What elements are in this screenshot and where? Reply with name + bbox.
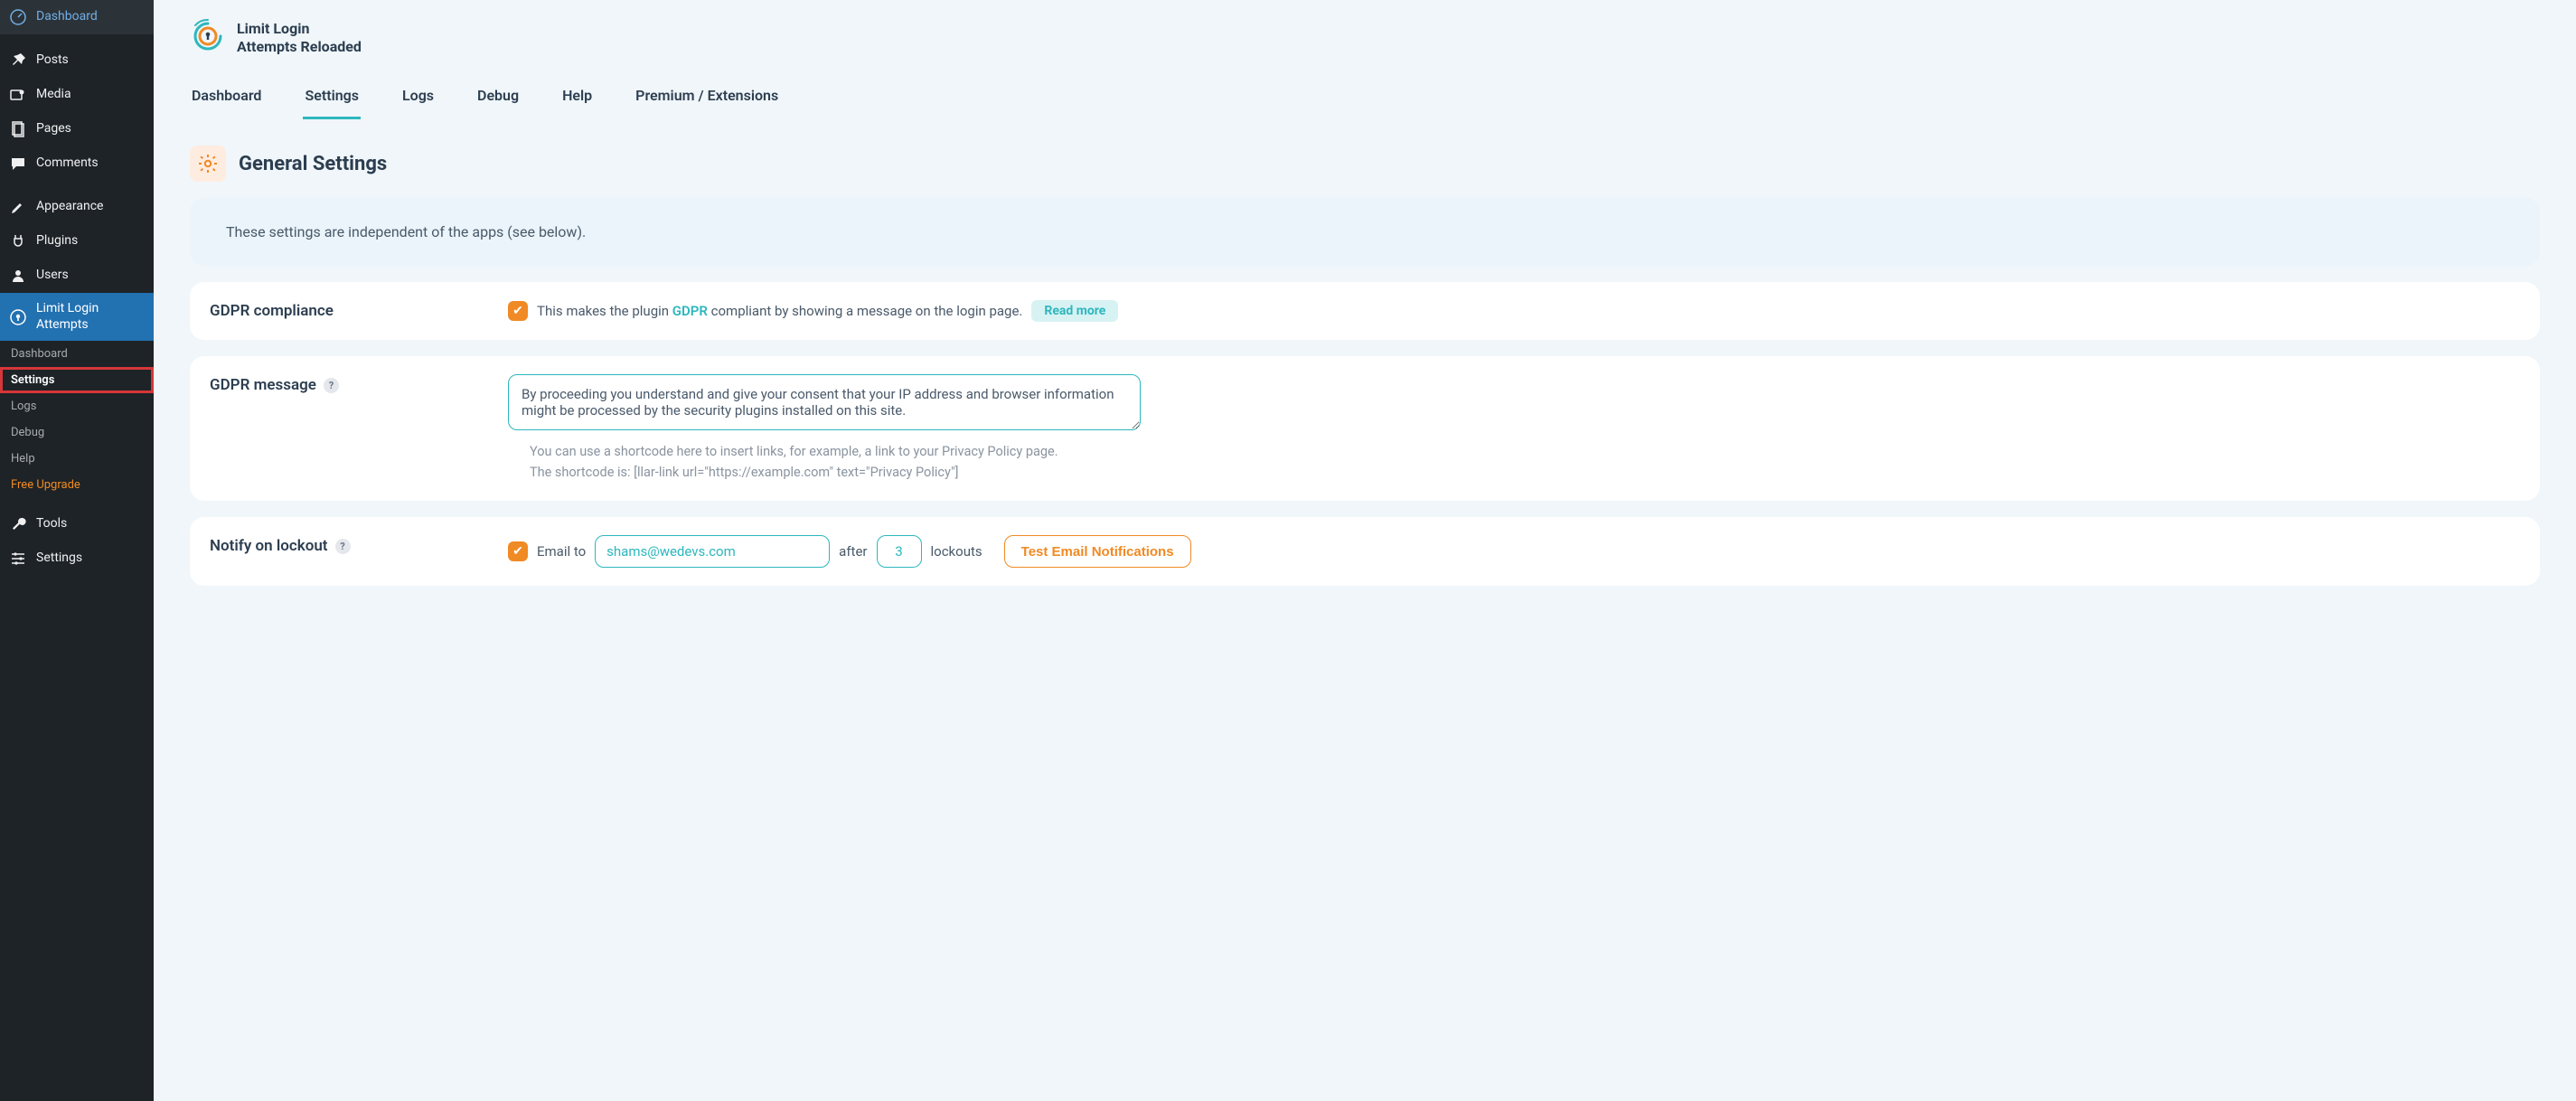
user-icon [9,267,27,285]
gdpr-message-textarea[interactable] [508,374,1141,430]
sidebar-item-settings[interactable]: Settings [0,541,154,576]
sidebar-item-label: Users [36,268,69,284]
brand-title-line1: Limit Login [237,20,309,37]
sidebar-item-appearance[interactable]: Appearance [0,190,154,224]
sliders-icon [9,550,27,568]
media-icon [9,86,27,104]
read-more-button[interactable]: Read more [1031,300,1118,322]
sidebar-item-label: Media [36,87,71,103]
setting-gdpr-compliance: GDPR compliance ✔ This makes the plugin … [190,282,2540,340]
setting-label: Notify on lockout ? [210,535,481,555]
setting-notify-lockout: Notify on lockout ? ✔ Email to after loc… [190,517,2540,586]
sidebar-item-label: Comments [36,155,99,172]
tab-settings[interactable]: Settings [303,76,361,119]
tab-help[interactable]: Help [560,76,594,119]
sidebar-item-posts[interactable]: Posts [0,43,154,78]
sidebar-item-media[interactable]: Media [0,78,154,112]
sidebar-item-label: Pages [36,121,71,137]
plugin-tabs: Dashboard Settings Logs Debug Help Premi… [190,76,2540,120]
sidebar-item-users[interactable]: Users [0,259,154,293]
sidebar-item-limit-login[interactable]: Limit Login Attempts [0,293,154,341]
submenu-item-free-upgrade[interactable]: Free Upgrade [0,472,154,498]
setting-label: GDPR message ? [210,374,481,394]
section-header: General Settings [190,146,2540,182]
test-email-button[interactable]: Test Email Notifications [1004,535,1191,568]
email-to-label: Email to [537,543,586,560]
info-banner: These settings are independent of the ap… [190,198,2540,266]
notify-count-input[interactable] [877,535,922,568]
tab-premium[interactable]: Premium / Extensions [634,76,780,119]
sidebar-item-label: Limit Login Attempts [36,301,145,333]
sidebar-submenu: Dashboard Settings Logs Debug Help Free … [0,341,154,498]
tab-dashboard[interactable]: Dashboard [190,76,263,119]
sidebar-item-label: Posts [36,52,69,69]
after-label: after [839,543,867,560]
submenu-item-help[interactable]: Help [0,446,154,472]
wrench-icon [9,515,27,533]
gdpr-message-hint: You can use a shortcode here to insert l… [508,441,2520,483]
tab-debug[interactable]: Debug [475,76,521,119]
sidebar-item-dashboard[interactable]: Dashboard [0,0,154,34]
shield-icon [9,308,27,326]
sidebar-item-label: Settings [36,550,82,567]
lockouts-label: lockouts [931,543,982,560]
section-title: General Settings [239,153,387,175]
setting-gdpr-message: GDPR message ? You can use a shortcode h… [190,356,2540,501]
brand-title-line2: Attempts Reloaded [237,38,362,56]
sidebar-item-tools[interactable]: Tools [0,507,154,541]
sidebar-item-label: Appearance [36,199,103,215]
plugin-brand: Limit Login Attempts Reloaded [190,18,2540,58]
help-icon[interactable]: ? [335,539,351,554]
sidebar-item-label: Tools [36,516,67,532]
notify-checkbox[interactable]: ✔ [508,541,528,561]
comment-icon [9,155,27,173]
gear-icon [190,146,226,182]
plug-icon [9,232,27,250]
setting-label: GDPR compliance [210,300,481,320]
dashboard-icon [9,8,27,26]
sidebar-item-label: Plugins [36,233,78,249]
sidebar-item-label: Dashboard [36,9,98,25]
submenu-item-dashboard[interactable]: Dashboard [0,341,154,367]
brush-icon [9,198,27,216]
sidebar-item-plugins[interactable]: Plugins [0,224,154,259]
notify-email-input[interactable] [595,535,830,568]
gdpr-checkbox[interactable]: ✔ [508,301,528,321]
page-icon [9,120,27,138]
help-icon[interactable]: ? [324,378,339,393]
submenu-item-logs[interactable]: Logs [0,393,154,419]
main-content: Limit Login Attempts Reloaded Dashboard … [154,0,2576,1101]
gdpr-link[interactable]: GDPR [672,303,708,319]
info-text: These settings are independent of the ap… [226,223,586,240]
submenu-item-settings[interactable]: Settings [0,367,154,393]
sidebar-item-comments[interactable]: Comments [0,146,154,181]
sidebar-item-pages[interactable]: Pages [0,112,154,146]
tab-logs[interactable]: Logs [400,76,436,119]
submenu-item-debug[interactable]: Debug [0,419,154,446]
brand-logo-icon [190,18,226,58]
wp-admin-sidebar: Dashboard Posts Media Pages Comments App… [0,0,154,1101]
pin-icon [9,52,27,70]
gdpr-desc: This makes the plugin GDPR compliant by … [537,303,1022,319]
